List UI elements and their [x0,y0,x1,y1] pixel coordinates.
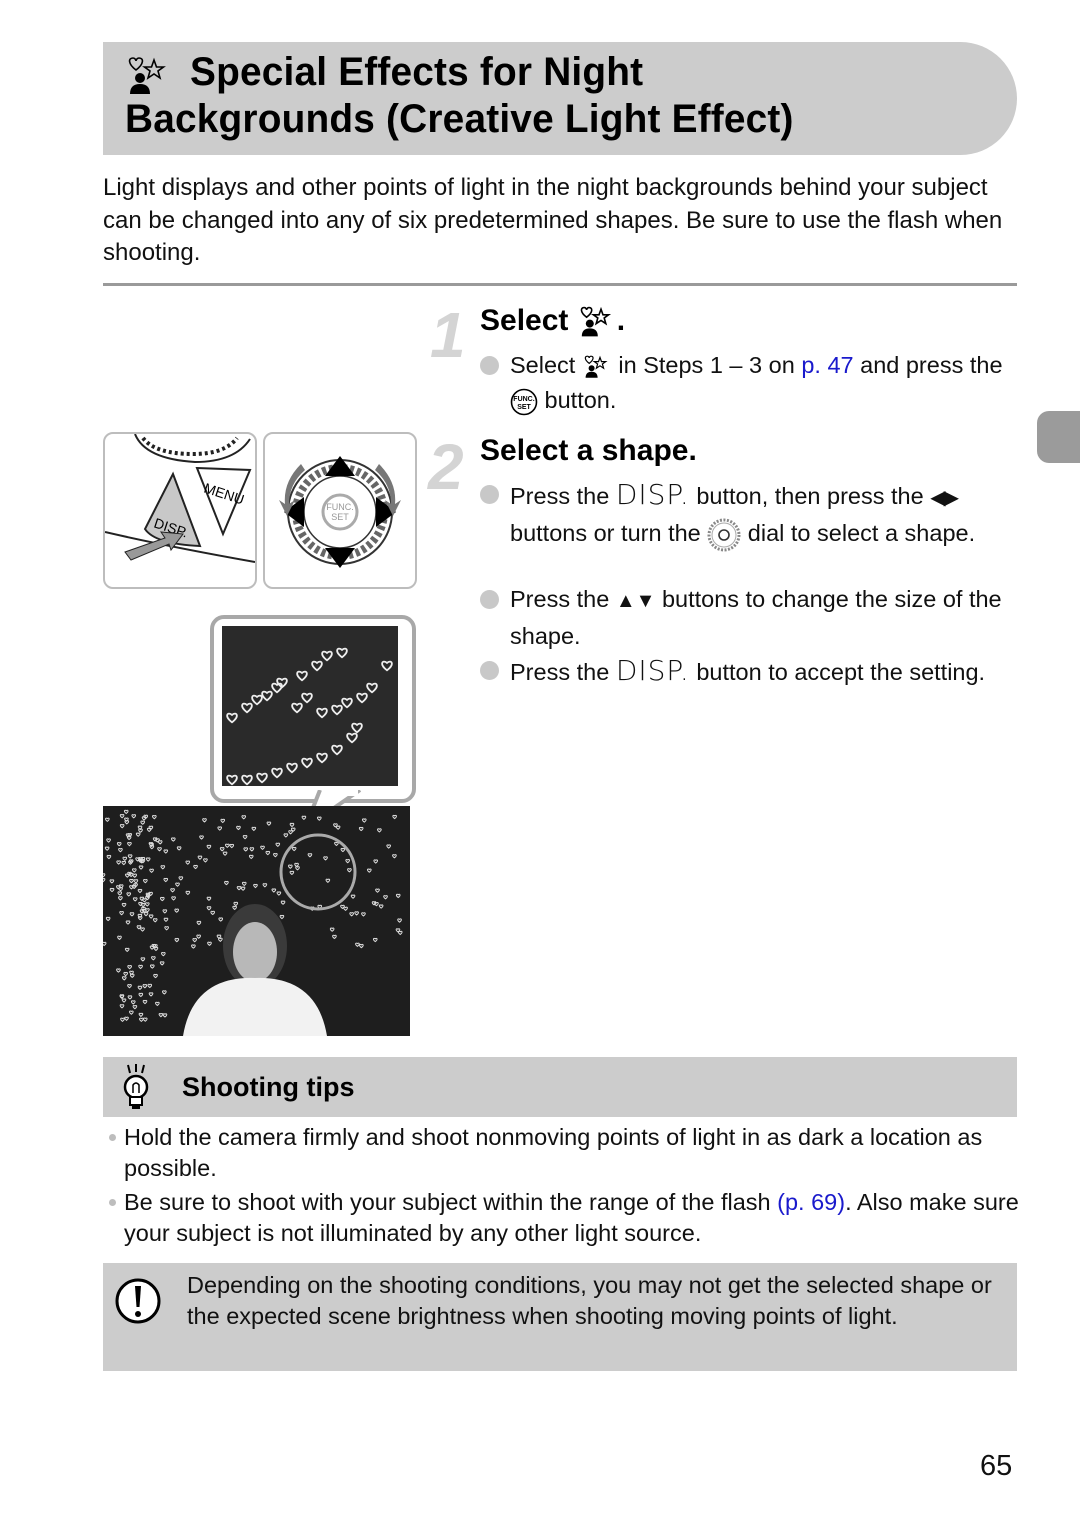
creative-light-effect-icon [580,306,611,337]
tip-item: Hold the camera firmly and shoot nonmovi… [109,1122,1019,1184]
page-69-link[interactable]: (p. 69) [777,1189,845,1215]
section-divider [103,283,1017,286]
svg-text:SET: SET [331,512,349,522]
svg-text:FUNC.: FUNC. [513,396,534,403]
disp-button-label: DISP. [615,654,690,687]
bullet-text: button, then press the [696,483,924,509]
svg-text:FUNC.: FUNC. [326,502,354,512]
bullet-text: Select [510,352,576,378]
up-down-arrows-icon: ▲▼ [615,590,656,612]
bullet-text: button to accept the setting. [696,659,986,685]
page-47-link[interactable]: p. 47 [801,352,853,378]
step-number-1: 1 [430,299,466,371]
control-dial-illustration: FUNC. SET [263,432,417,589]
tip-text: Hold the camera firmly and shoot nonmovi… [124,1124,983,1181]
step-1-title: Select . [480,304,625,338]
tip-text: Be sure to shoot with your subject withi… [124,1189,771,1215]
page-number: 65 [980,1450,1013,1482]
bullet-dot [480,485,499,504]
bullet-text: Press the [510,483,610,509]
page-title-line-2: Backgrounds (Creative Light Effect) [125,97,794,141]
step-1-title-text: Select [480,304,569,337]
step-1-bullet: Select in Steps 1 – 3 on p. 47 and press… [480,348,1010,418]
page-title-line-1: Special Effects for Night [190,50,644,94]
step-1-title-suffix: . [616,304,626,337]
control-dial-icon [707,518,741,552]
disp-button-illustration: MENU DISP. [103,432,257,589]
step-2-title: Select a shape. [480,434,697,467]
step-2-bullet-3: Press the DISP. button to accept the set… [480,653,1015,690]
creative-light-effect-icon [128,57,166,94]
func-set-button-icon: FUNC. SET [510,388,538,416]
creative-light-effect-icon [584,355,608,378]
bullet-dot [480,356,499,375]
step-2-bullet-1: Press the DISP. button, then press the ◀… [480,477,1015,552]
caution-text: Depending on the shooting conditions, yo… [187,1272,992,1329]
night-portrait-sample-photo [103,806,410,1036]
caution-icon [115,1278,161,1324]
bullet-text: Press the [510,586,610,612]
bullet-dot [480,590,499,609]
heart-bokeh-closeup-photo [222,626,398,786]
disp-button-label: DISP. [615,478,690,511]
shooting-tips-title: Shooting tips [182,1072,355,1102]
bullet-dot [480,661,499,680]
step-2-bullet-2: Press the ▲▼ buttons to change the size … [480,582,1015,654]
bullet-text: and press the [860,352,1003,378]
tip-bullet [109,1134,116,1141]
chapter-side-tab [1037,411,1080,463]
bullet-text: dial to select a shape. [747,520,976,546]
step-number-2: 2 [428,431,464,503]
bullet-text: in Steps 1 – 3 on [618,352,795,378]
bullet-text: Press the [510,659,610,685]
bullet-text: button. [544,387,617,413]
intro-paragraph: Light displays and other points of light… [103,174,1003,266]
left-right-arrows-icon: ◀▶ [930,487,959,509]
bullet-text: buttons or turn the [510,520,701,546]
tip-item: Be sure to shoot with your subject withi… [109,1187,1019,1249]
lightbulb-icon [123,1064,149,1109]
svg-text:SET: SET [517,404,531,411]
tip-bullet [109,1199,116,1206]
